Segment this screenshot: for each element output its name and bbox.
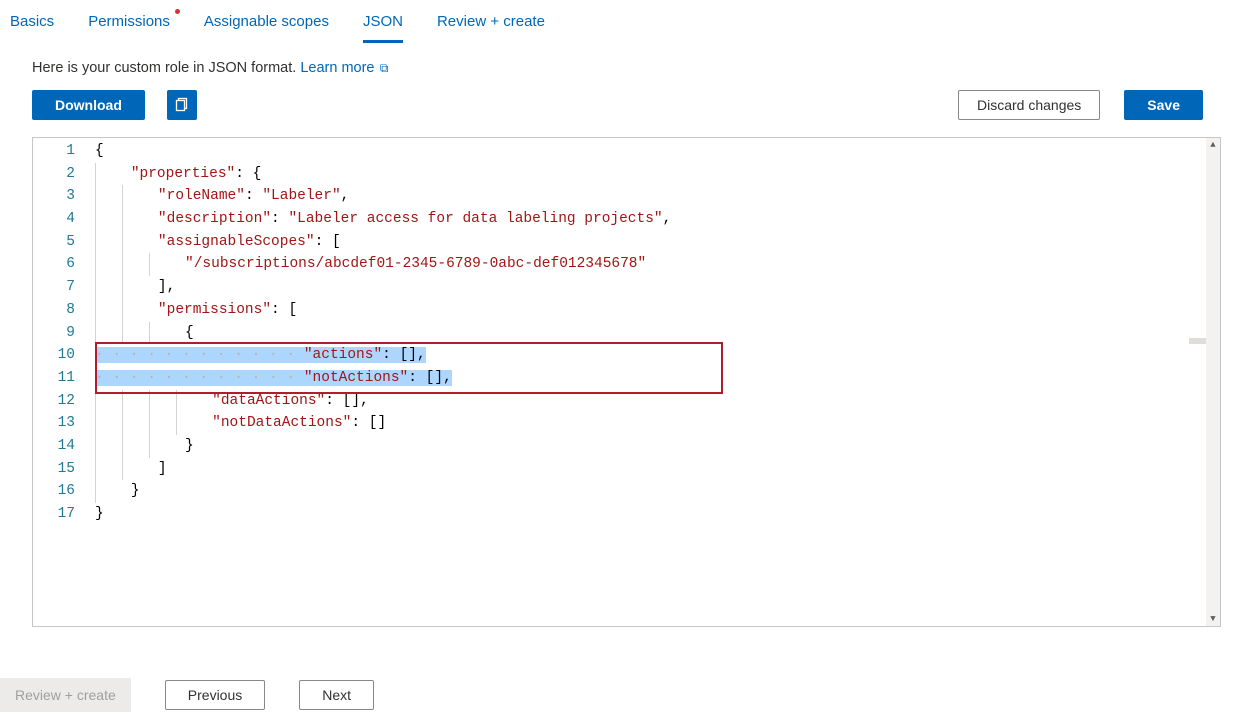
code-line: ] [95,458,1220,481]
tab-basics[interactable]: Basics [10,3,54,43]
tab-review-create[interactable]: Review + create [437,3,545,43]
discard-changes-button[interactable]: Discard changes [958,90,1100,120]
code-line: "properties": { [95,163,1220,186]
tab-permissions[interactable]: Permissions [88,3,170,43]
code-line: "description": "Labeler access for data … [95,208,1220,231]
modified-dot-icon [175,9,180,14]
tab-assignable-scopes[interactable]: Assignable scopes [204,3,329,43]
code-line: } [95,503,1220,526]
copy-button[interactable] [167,90,197,120]
previous-button[interactable]: Previous [165,680,265,710]
code-line: "roleName": "Labeler", [95,185,1220,208]
code-line: · · · · · · · · · · · · "notActions": []… [95,367,1220,390]
action-toolbar: Download Discard changes Save [0,90,1253,120]
next-button[interactable]: Next [299,680,374,710]
code-line: { [95,140,1220,163]
external-link-icon: ⧉ [376,61,388,75]
tab-json[interactable]: JSON [363,3,403,43]
code-line: { [95,322,1220,345]
code-line: "permissions": [ [95,299,1220,322]
learn-more-link[interactable]: Learn more ⧉ [300,60,388,76]
code-line: } [95,480,1220,503]
code-line: "notDataActions": [] [95,412,1220,435]
tab-label: Permissions [88,13,170,30]
code-content[interactable]: { "properties": { "roleName": "Labeler",… [95,138,1220,626]
vertical-scrollbar[interactable]: ▲ ▼ [1206,138,1220,626]
code-line: "/subscriptions/abcdef01-2345-6789-0abc-… [95,253,1220,276]
review-create-button[interactable]: Review + create [0,678,131,712]
line-number-gutter: 1 2 3 4 5 6 7 8 9 10 11 12 13 14 15 16 1… [33,138,95,626]
description-label: Here is your custom role in JSON format. [32,60,300,76]
json-editor[interactable]: 1 2 3 4 5 6 7 8 9 10 11 12 13 14 15 16 1… [32,137,1221,627]
tab-bar: Basics Permissions Assignable scopes JSO… [0,0,1253,44]
download-button[interactable]: Download [32,90,145,120]
scroll-down-icon[interactable]: ▼ [1206,612,1220,626]
footer-bar: Review + create Previous Next [0,668,1253,722]
code-line: · · · · · · · · · · · · "actions": [], [95,344,1220,367]
code-line: ], [95,276,1220,299]
save-button[interactable]: Save [1124,90,1203,120]
code-line: } [95,435,1220,458]
code-line: "dataActions": [], [95,390,1220,413]
code-line: "assignableScopes": [ [95,231,1220,254]
copy-icon [174,97,190,113]
description-text: Here is your custom role in JSON format.… [0,44,1253,90]
scroll-up-icon[interactable]: ▲ [1206,138,1220,152]
